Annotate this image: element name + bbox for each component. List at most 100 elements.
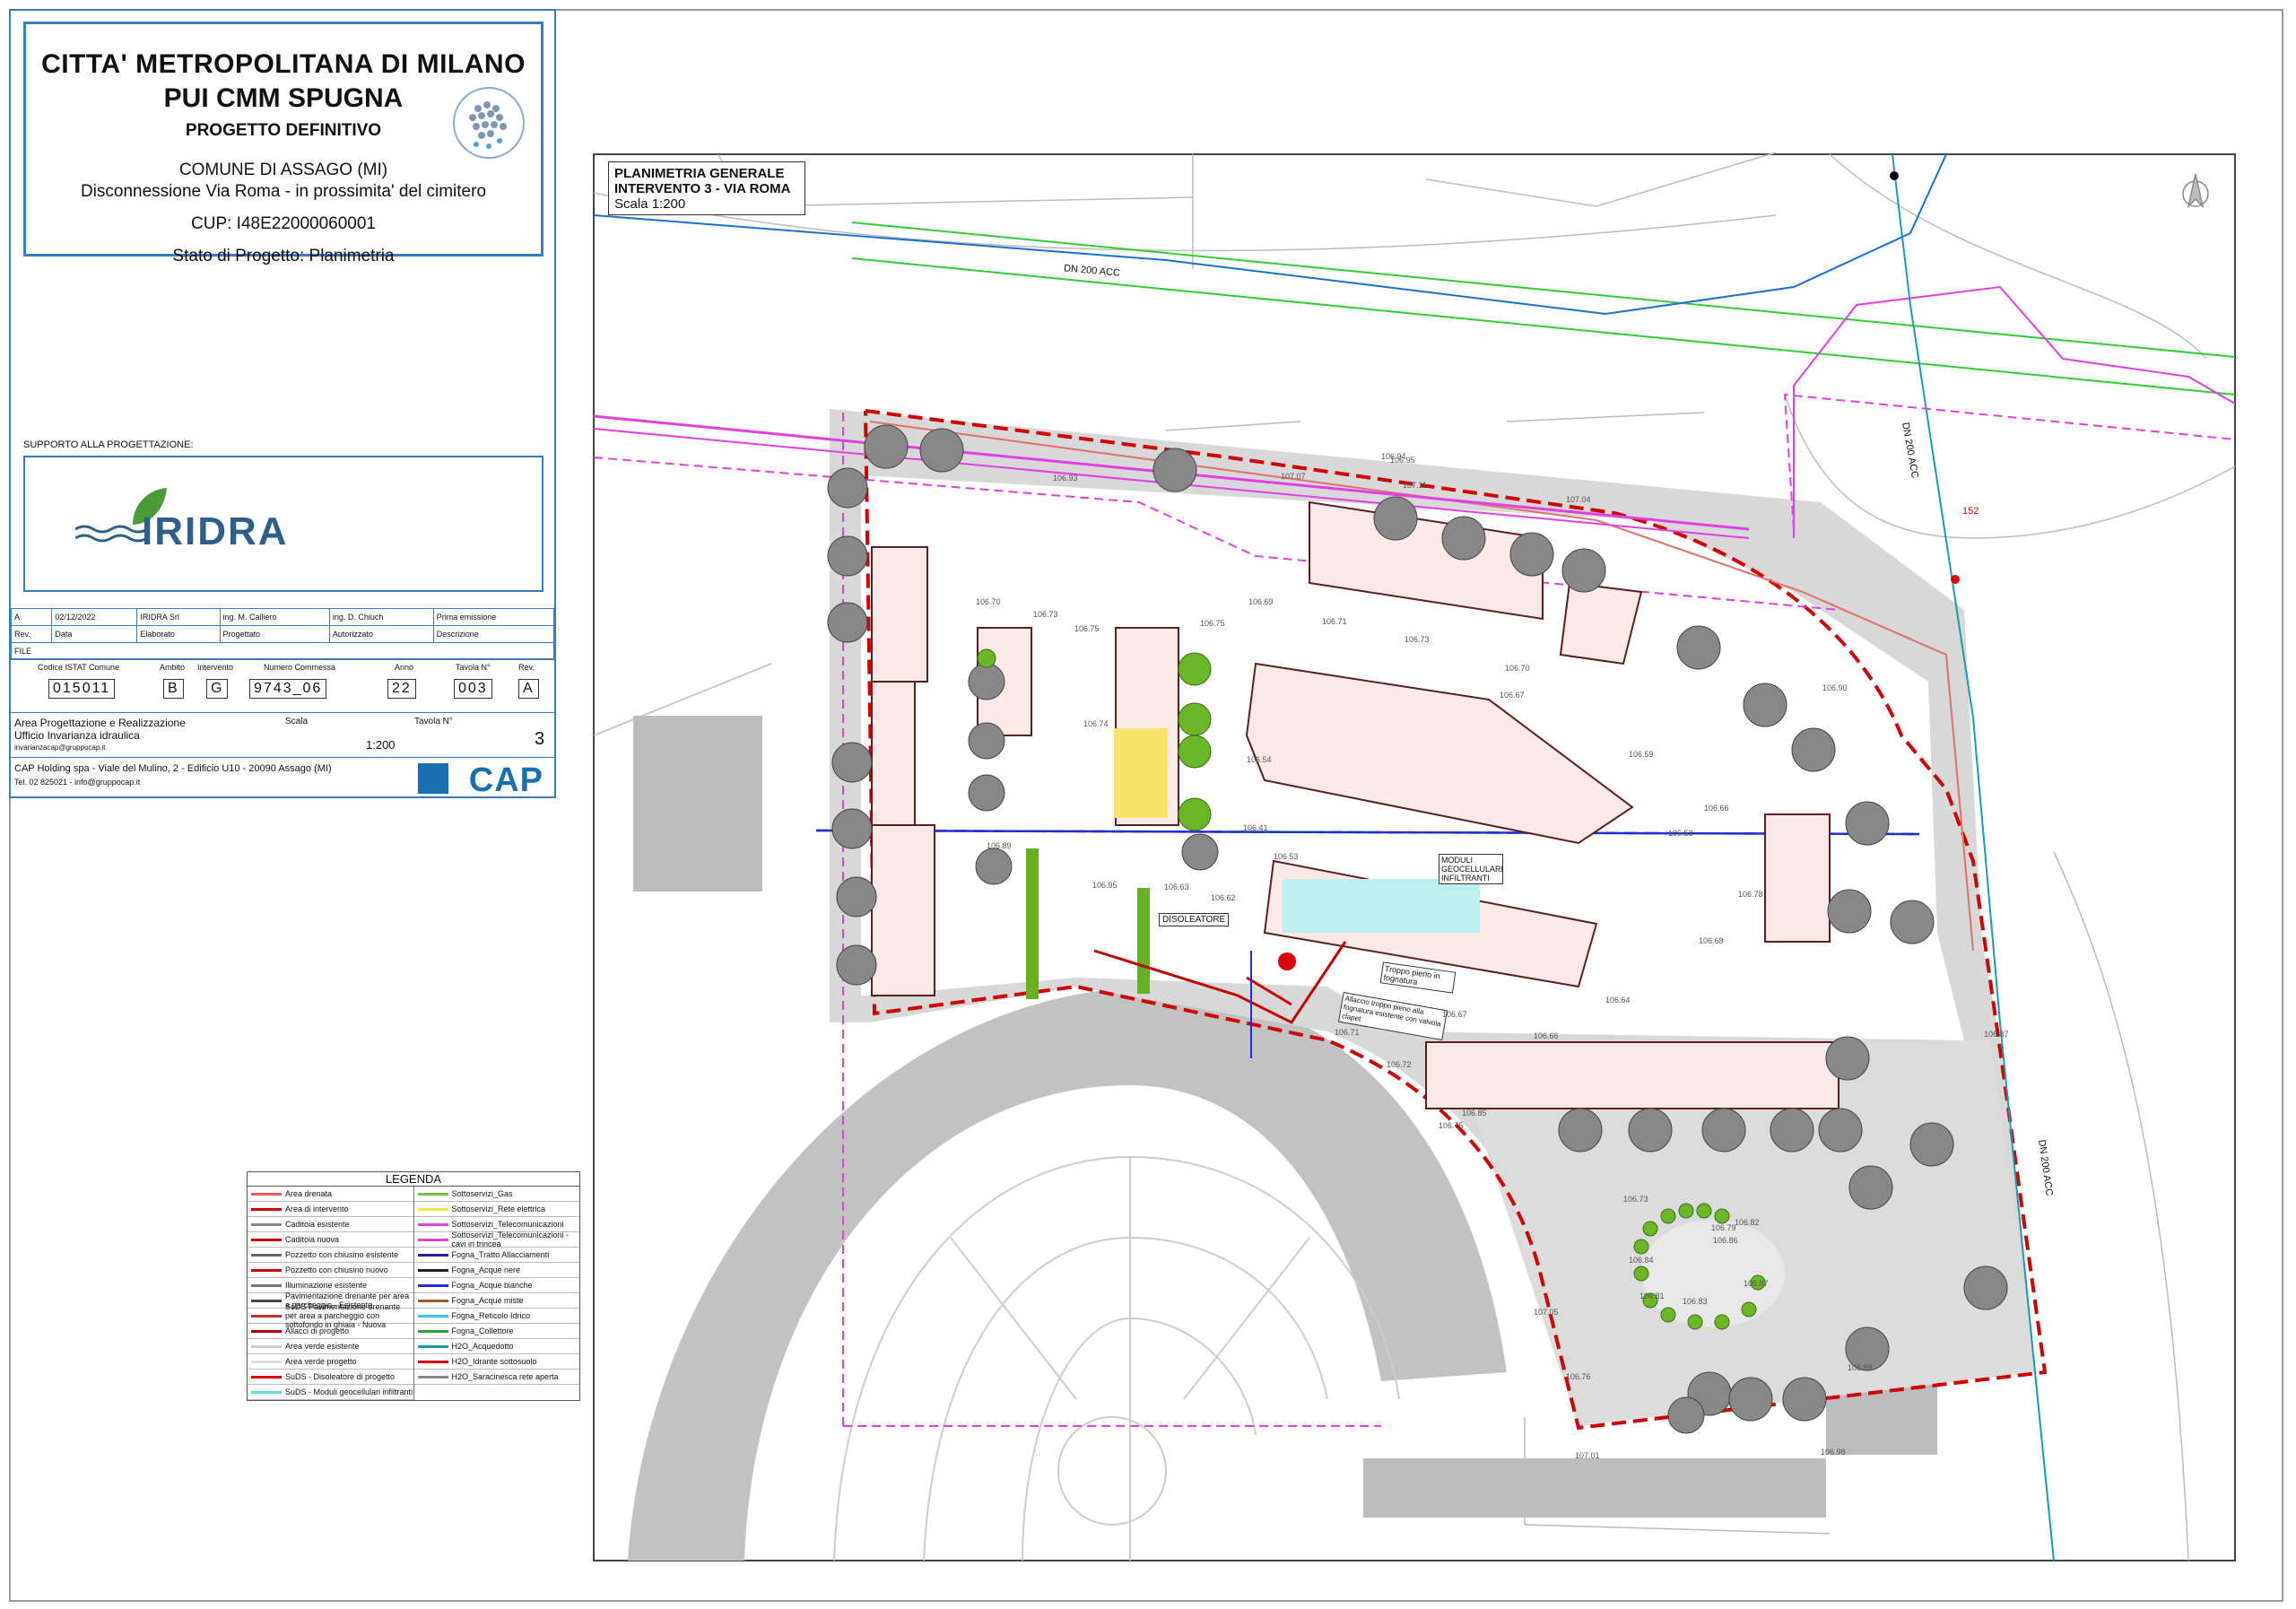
legend-label: Caditoia nuova [285,1235,340,1244]
code-value: B [163,679,184,699]
elevation-label: 106.79 [1711,1223,1736,1232]
legend-label: H2O_Idrante sottosuolo [451,1357,537,1366]
infiltration-modules [1283,879,1480,933]
elevation-label: 106.87 [1984,1030,2009,1039]
elevation-label: 106.53 [1668,829,1693,838]
legend: LEGENDA Area drenata Area di intervento Ca… [247,1171,580,1401]
revision-table: A 02/12/2022 IRIDRA Srl ing. M. Calliero ing… [10,608,555,660]
elevation-label: 106.71 [1335,1028,1360,1037]
legend-label: SuDS - Disoleatore di progetto [285,1372,396,1381]
legend-label: H2O_Acquedotto [451,1342,514,1351]
code-label: Tavola N° [456,663,491,672]
title-line-1: CITTA' METROPOLITANA DI MILANO [41,49,526,79]
area-section: Area Progettazione e Realizzazione Uffic… [11,712,554,758]
legend-item: Fogna_Acque miste [413,1293,579,1309]
elevation-label: 106.54 [1247,755,1272,764]
plan-title-2: INTERVENTO 3 - VIA ROMA [614,181,791,196]
elevation-label: 106.71 [1322,617,1347,626]
revision-cell: ing. M. Calliero [219,608,330,626]
green-strip-2 [1137,888,1150,994]
legend-label: Sottoservizi_Telecomunicazioni - cavi in… [451,1231,570,1248]
plan-scale: Scala 1:200 [614,196,686,212]
code-label: Ambito [160,663,186,672]
legend-swatch [417,1238,448,1241]
legend-swatch [251,1268,282,1272]
stato: Stato di Progetto: Planimetria [172,247,395,265]
legend-item: Sottoservizi_Rete elettrica [413,1202,579,1217]
cap-address: CAP Holding spa - Viale del Mulino, 2 - … [14,763,332,774]
legend-swatch [251,1344,282,1348]
legend-swatch [417,1314,448,1318]
telecom-trench-2 [1783,393,2236,530]
legend-item: Fogna_Tratto Allacciamenti [413,1248,579,1263]
elevation-label: 106.93 [1053,474,1078,483]
elevation-label: 106.89 [987,841,1012,850]
comune: COMUNE DI ASSAGO (MI) [178,161,388,179]
legend-right: Sottoservizi_Gas Sottoservizi_Rete elettr… [413,1187,579,1400]
hydrant-marker [1951,575,1960,584]
legend-item: Caditoia esistente [248,1217,413,1232]
code-value: 003 [454,679,492,699]
revision-cell: Descrizione [432,625,555,643]
revision-cell: Data [51,625,138,643]
legend-label: Illuminazione esistente [285,1281,368,1290]
code-label: Intervento [197,663,234,672]
legend-label: Fogna_Acque miste [451,1296,524,1305]
legend-swatch [251,1314,282,1318]
legend-label: Pozzetto con chiusino nuovo [285,1265,388,1274]
file-label: FILE [11,642,554,660]
code-value: 015011 [48,679,116,699]
legend-item: SuDS Pavimentazione drenante per area a … [248,1302,413,1329]
legend-swatch [417,1360,448,1363]
legend-swatch [417,1299,448,1302]
elevation-label: 106.72 [1387,1060,1412,1069]
legend-item: H2O_Saracinesca rete aperta [413,1370,579,1385]
legend-label: Allacci di progetto [285,1326,350,1335]
elevation-label: 106.69 [1248,597,1274,606]
elevation-label: 106.75 [1200,619,1225,628]
north-arrow-icon [2182,173,2209,209]
legend-swatch [251,1253,282,1257]
legend-swatch [417,1268,448,1272]
revision-cell: 02/12/2022 [51,608,138,626]
elevation-label: 106.84 [1629,1256,1654,1265]
legend-title: LEGENDA [248,1172,579,1187]
legend-swatch [417,1222,448,1226]
elevation-label: 106.73 [1623,1195,1648,1204]
legend-item: Pozzetto con chiusino esistente [248,1248,413,1263]
revision-cell: ing. D. Chiuch [328,608,434,626]
revision-cell: IRIDRA Srl [136,608,221,626]
elevation-label: 106.74 [1083,719,1109,728]
disoleatore-label: DISOLEATORE [1159,913,1230,926]
legend-label: Fogna_Acque bianche [451,1281,533,1290]
elevation-label: 106.70 [1505,664,1530,673]
disoleatore-marker [1278,952,1296,970]
elevation-label: 106.98 [1821,1448,1846,1457]
elevation-label: 106.87 [1744,1279,1769,1288]
revision-header: Rev. Data Elaborato Progettato Autorizzato De… [10,625,555,643]
legend-label: SuDS - Moduli geocellulari infiltranti [285,1387,413,1396]
point-marker [1890,171,1899,180]
legend-swatch [417,1192,448,1196]
elevation-label: 106.95 [1390,456,1415,465]
legend-label: Fogna_Tratto Allacciamenti [451,1250,550,1259]
elevation-label: 106.64 [1605,996,1631,1005]
elevation-label: 106.89 [1848,1363,1873,1372]
elevation-label: 107.04 [1566,495,1591,504]
elevation-label: 106.90 [1822,683,1848,692]
legend-swatch [251,1375,282,1379]
revision-cell: Prima emissione [432,608,555,626]
code-value: G [206,679,229,699]
code-value: 22 [387,679,416,699]
elevation-label: 107.05 [1534,1308,1559,1317]
elevation-label: 106.66 [1534,1031,1559,1040]
legend-item: Area verde progetto [248,1354,413,1370]
legend-swatch [251,1283,282,1287]
legend-item: H2O_Idrante sottosuolo [413,1354,579,1370]
iridra-logo-text: IRIDRA [142,509,289,553]
legend-item: Fogna_Reticolo Idrico [413,1309,579,1324]
elevation-label: 106.75 [1074,624,1100,633]
legend-item: SuDS - Moduli geocellulari infiltranti [248,1385,413,1400]
legend-label: Area verde progetto [285,1357,357,1366]
revision-cell: Progettato [219,625,330,643]
